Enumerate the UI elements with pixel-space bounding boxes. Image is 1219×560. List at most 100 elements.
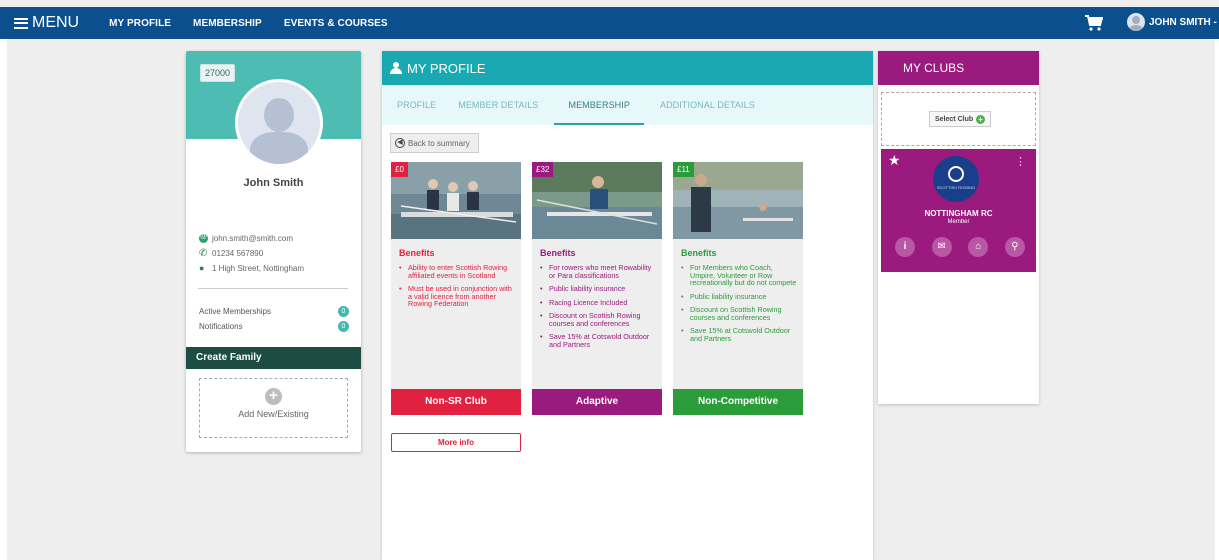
select-club-area: Select Club +: [881, 92, 1036, 146]
my-clubs-panel: MY CLUBS Select Club + ★ ⋮ SCOTTISH ROWI…: [878, 51, 1039, 404]
person-icon: [390, 62, 402, 74]
nav-link-my-profile[interactable]: MY PROFILE: [109, 18, 171, 29]
benefits-list: Ability to enter Scottish Rowing affilia…: [399, 264, 515, 308]
home-icon[interactable]: ⌂: [968, 237, 989, 257]
add-family-member-button[interactable]: + Add New/Existing: [199, 378, 348, 438]
price-badge: £0: [391, 162, 408, 177]
benefit-item: Public liability insurance: [540, 285, 656, 293]
nav-link-events-courses[interactable]: EVENTS & COURSES: [284, 18, 388, 29]
top-navigation-bar: MENU MY PROFILE MEMBERSHIP EVENTS & COUR…: [0, 7, 1219, 39]
card-footer-button[interactable]: Non-SR Club: [391, 389, 521, 415]
phone-text: 01234 567890: [212, 249, 264, 258]
club-card[interactable]: ★ ⋮ SCOTTISH ROWING NOTTINGHAM RC Member…: [881, 149, 1036, 272]
add-label: Add New/Existing: [238, 409, 309, 419]
benefit-item: Discount on Scottish Rowing courses and …: [540, 312, 656, 327]
divider: [198, 288, 348, 289]
benefit-item: Discount on Scottish Rowing courses and …: [681, 306, 797, 321]
benefit-item: Public liability insurance: [681, 292, 797, 301]
benefit-item: Must be used in conjunction with a valid…: [399, 285, 515, 308]
shopping-cart-icon[interactable]: [1085, 15, 1103, 31]
profile-tabs: PROFILE MEMBER DETAILS MEMBERSHIP ADDITI…: [382, 85, 873, 125]
favorite-star-icon[interactable]: ★: [888, 152, 901, 169]
menu-label: MENU: [32, 14, 80, 31]
contact-info: john.smith@smith.com ✆ 01234 567890 ● 1 …: [199, 231, 304, 276]
stat-label: Active Memberships: [199, 307, 272, 316]
tab-additional-details[interactable]: ADDITIONAL DETAILS: [660, 85, 755, 125]
info-icon[interactable]: i: [895, 237, 915, 257]
phone-icon: ✆: [199, 248, 208, 259]
membership-card-non-sr-club[interactable]: £0 Benefits Ability to enter Scottish Ro…: [391, 162, 521, 415]
benefit-item: Save 15% at Cotswold Outdoor and Partner…: [681, 327, 797, 342]
user-menu[interactable]: JOHN SMITH -: [1127, 13, 1217, 31]
email-row: john.smith@smith.com: [199, 231, 304, 246]
club-actions: i ✉ ⌂ ⚲: [895, 237, 1025, 257]
rowing-photo: £11: [673, 162, 803, 239]
address-row: ● 1 High Street, Nottingham: [199, 261, 304, 276]
panel-title: MY PROFILE: [407, 60, 486, 76]
active-memberships-count: 0: [338, 306, 349, 317]
benefits-list: For rowers who meet Rowability or Para c…: [540, 264, 656, 348]
clubs-title: MY CLUBS: [878, 51, 1039, 85]
notifications-count: 0: [338, 321, 349, 332]
benefit-item: Ability to enter Scottish Rowing affilia…: [399, 264, 515, 279]
back-label: Back to summary: [408, 138, 470, 148]
avatar-body: [250, 132, 308, 164]
stat-label: Notifications: [199, 322, 243, 331]
select-club-button[interactable]: Select Club +: [929, 111, 992, 127]
more-options-icon[interactable]: ⋮: [1015, 155, 1026, 168]
member-id-badge: 27000: [200, 64, 236, 82]
benefit-item: Racing Licence Included: [540, 298, 656, 307]
price-badge: £11: [673, 162, 694, 177]
card-footer-button[interactable]: Adaptive: [532, 389, 662, 415]
benefit-item: For rowers who meet Rowability or Para c…: [540, 264, 656, 279]
location-pin-icon: ●: [199, 263, 205, 273]
email-icon: [199, 233, 208, 243]
email-text: john.smith@smith.com: [212, 234, 294, 243]
user-avatar-icon: [1127, 13, 1145, 31]
page-margin-right: [1215, 39, 1219, 560]
plus-icon: +: [265, 388, 282, 405]
card-footer-button[interactable]: Non-Competitive: [673, 389, 803, 415]
more-info-button[interactable]: More info: [391, 433, 521, 452]
rowing-photo: £0: [391, 162, 521, 239]
rowing-photo: £32: [532, 162, 662, 239]
menu-button[interactable]: MENU: [14, 14, 79, 32]
select-club-label: Select Club: [935, 115, 974, 123]
back-arrow-icon: ◀: [395, 138, 405, 148]
notifications-row[interactable]: Notifications 0: [199, 321, 349, 332]
benefit-item: For Members who Coach, Umpire, Volunteer…: [681, 264, 797, 287]
page-margin: [0, 39, 7, 560]
nav-link-membership[interactable]: MEMBERSHIP: [193, 18, 262, 29]
club-role: Member: [947, 219, 970, 225]
benefit-item: Save 15% at Cotswold Outdoor and Partner…: [540, 333, 656, 348]
tab-member-details[interactable]: MEMBER DETAILS: [458, 85, 538, 125]
address-text: 1 High Street, Nottingham: [212, 264, 305, 273]
profile-name: John Smith: [243, 177, 304, 189]
club-logo: SCOTTISH ROWING: [933, 156, 979, 202]
add-icon: +: [976, 114, 986, 124]
profile-card: 27000 John Smith john.smith@smith.com ✆ …: [186, 51, 361, 452]
tab-profile[interactable]: PROFILE: [397, 85, 436, 125]
dropdown-caret: -: [1210, 16, 1217, 28]
create-family-header: Create Family: [186, 347, 361, 369]
rowing-crew-image: [391, 162, 521, 239]
back-to-summary-button[interactable]: ◀ Back to summary: [390, 133, 479, 153]
benefits-title: Benefits: [540, 248, 576, 258]
active-memberships-row[interactable]: Active Memberships 0: [199, 306, 349, 317]
benefits-title: Benefits: [681, 248, 717, 258]
crest-icon: [948, 166, 964, 182]
benefits-title: Benefits: [399, 248, 435, 258]
avatar-head: [264, 98, 294, 132]
club-name: NOTTINGHAM RC: [924, 209, 993, 218]
user-name: JOHN SMITH: [1149, 16, 1211, 28]
phone-row: ✆ 01234 567890: [199, 246, 304, 261]
mail-icon[interactable]: ✉: [931, 237, 952, 257]
tab-membership[interactable]: MEMBERSHIP: [554, 85, 644, 125]
panel-header: MY PROFILE: [382, 51, 873, 85]
price-badge: £32: [532, 162, 554, 177]
my-profile-panel: MY PROFILE PROFILE MEMBER DETAILS MEMBER…: [382, 51, 873, 560]
membership-card-non-competitive[interactable]: £11 Benefits For Members who Coach, Umpi…: [673, 162, 803, 415]
membership-card-adaptive[interactable]: £32 Benefits For rowers who meet Rowabil…: [532, 162, 662, 415]
benefits-list: For Members who Coach, Umpire, Volunteer…: [681, 264, 797, 342]
member-search-icon[interactable]: ⚲: [1004, 237, 1025, 257]
